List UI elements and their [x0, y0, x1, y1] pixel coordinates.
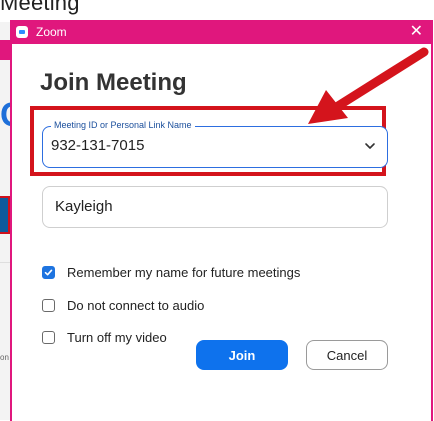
- dialog-title: Zoom: [36, 25, 67, 39]
- zoom-camera-icon: [19, 30, 25, 34]
- background-button[interactable]: [0, 196, 10, 234]
- option-label: Turn off my video: [67, 330, 167, 345]
- background-text: on: [0, 353, 9, 362]
- option-video-off[interactable]: Turn off my video: [42, 330, 167, 345]
- remember-name-checkbox[interactable]: [42, 266, 55, 279]
- option-label: Do not connect to audio: [67, 298, 205, 313]
- cancel-button[interactable]: Cancel: [306, 340, 388, 370]
- chevron-down-icon[interactable]: [363, 139, 377, 153]
- meeting-id-field[interactable]: Meeting ID or Personal Link Name: [42, 120, 388, 168]
- zoom-app-icon: [16, 26, 28, 38]
- close-icon[interactable]: ✕: [410, 22, 423, 42]
- video-off-checkbox[interactable]: [42, 331, 55, 344]
- name-field[interactable]: [42, 186, 388, 228]
- checkmark-icon: [44, 269, 53, 276]
- option-remember-name[interactable]: Remember my name for future meetings: [42, 265, 300, 280]
- screenshot: Meeting C on Zoom ✕ Join Meeting Meeting…: [0, 0, 434, 421]
- background-toolbar-strip: [0, 40, 10, 60]
- red-arrow-annotation: [308, 47, 429, 124]
- option-label: Remember my name for future meetings: [67, 265, 301, 280]
- page-title: Join Meeting: [40, 69, 187, 96]
- meeting-id-label: Meeting ID or Personal Link Name: [51, 120, 195, 131]
- background-divider: [0, 262, 10, 263]
- no-audio-checkbox[interactable]: [42, 299, 55, 312]
- meeting-id-input[interactable]: [51, 137, 351, 154]
- join-button[interactable]: Join: [196, 340, 288, 370]
- background-window-title: Meeting: [0, 0, 80, 15]
- option-no-audio[interactable]: Do not connect to audio: [42, 298, 204, 313]
- name-input[interactable]: [55, 198, 355, 215]
